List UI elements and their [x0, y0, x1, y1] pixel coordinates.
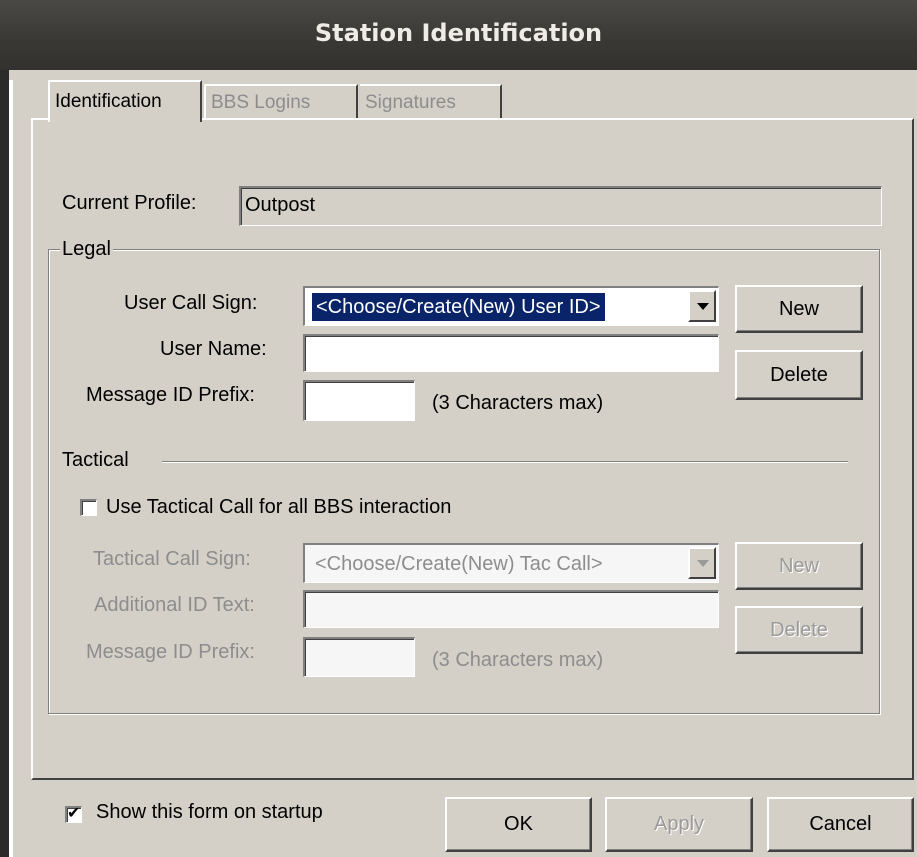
- legal-delete-button[interactable]: Delete: [735, 350, 863, 400]
- tactical-msg-prefix-label: Message ID Prefix:: [86, 641, 255, 663]
- use-tactical-checkbox[interactable]: [80, 499, 97, 516]
- legal-msg-prefix-input[interactable]: [303, 380, 415, 421]
- window-title: Station Identification: [314, 19, 603, 47]
- cancel-button[interactable]: Cancel: [767, 797, 914, 852]
- tactical-delete-label: Delete: [770, 619, 828, 641]
- tab-signatures[interactable]: Signatures: [360, 84, 502, 120]
- tactical-msg-prefix-hint: (3 Characters max): [432, 649, 604, 671]
- tab-bbs-logins-label: BBS Logins: [211, 92, 311, 113]
- legal-msg-prefix-hint: (3 Characters max): [432, 392, 604, 414]
- tab-bbs-logins[interactable]: BBS Logins: [204, 84, 358, 120]
- tab-signatures-label: Signatures: [365, 92, 456, 113]
- tactical-msg-prefix-input[interactable]: [303, 637, 415, 677]
- ok-label: OK: [504, 813, 533, 835]
- window-inner-border: [9, 80, 13, 857]
- user-call-sign-label: User Call Sign:: [124, 292, 258, 314]
- tactical-divider: [162, 461, 848, 463]
- additional-id-input[interactable]: [303, 590, 719, 628]
- current-profile-value: Outpost: [245, 194, 316, 216]
- checkmark-icon: ✔: [67, 803, 81, 822]
- current-profile-label: Current Profile:: [62, 192, 197, 214]
- tactical-section-title: Tactical: [62, 449, 129, 471]
- tactical-call-sign-combo[interactable]: <Choose/Create(New) Tac Call>: [303, 543, 719, 583]
- legal-new-button[interactable]: New: [735, 285, 863, 333]
- legal-msg-prefix-label: Message ID Prefix:: [86, 384, 255, 406]
- tactical-call-sign-label: Tactical Call Sign:: [93, 548, 251, 570]
- use-tactical-label[interactable]: Use Tactical Call for all BBS interactio…: [106, 496, 451, 519]
- window-border: [0, 0, 9, 857]
- user-name-label: User Name:: [160, 338, 267, 360]
- user-name-input[interactable]: [303, 334, 719, 372]
- user-call-sign-dropdown-button[interactable]: [688, 290, 716, 322]
- show-on-startup-label[interactable]: Show this form on startup: [96, 801, 323, 824]
- tab-identification-label: Identification: [55, 91, 162, 112]
- show-on-startup-checkbox[interactable]: ✔: [65, 803, 82, 823]
- title-bar[interactable]: Station Identification: [0, 0, 917, 70]
- legal-group-title: Legal: [60, 238, 113, 261]
- tactical-delete-button[interactable]: Delete: [735, 606, 863, 654]
- tactical-call-sign-value: <Choose/Create(New) Tac Call>: [315, 553, 603, 575]
- user-call-sign-value: <Choose/Create(New) User ID>: [312, 293, 605, 321]
- legal-new-label: New: [778, 298, 819, 320]
- tab-identification[interactable]: Identification: [48, 80, 202, 122]
- chevron-down-icon: [697, 560, 709, 567]
- tactical-new-button[interactable]: New: [735, 542, 863, 590]
- additional-id-label: Additional ID Text:: [94, 594, 255, 616]
- legal-delete-label: Delete: [770, 364, 828, 386]
- apply-button[interactable]: Apply: [605, 797, 753, 852]
- tactical-call-sign-dropdown-button[interactable]: [688, 547, 716, 579]
- user-call-sign-combo[interactable]: <Choose/Create(New) User ID>: [303, 286, 719, 326]
- cancel-label: Cancel: [809, 813, 872, 835]
- tactical-new-label: New: [778, 555, 819, 577]
- apply-label: Apply: [653, 813, 705, 835]
- ok-button[interactable]: OK: [445, 797, 592, 852]
- chevron-down-icon: [697, 303, 709, 310]
- current-profile-field: Outpost: [239, 186, 882, 226]
